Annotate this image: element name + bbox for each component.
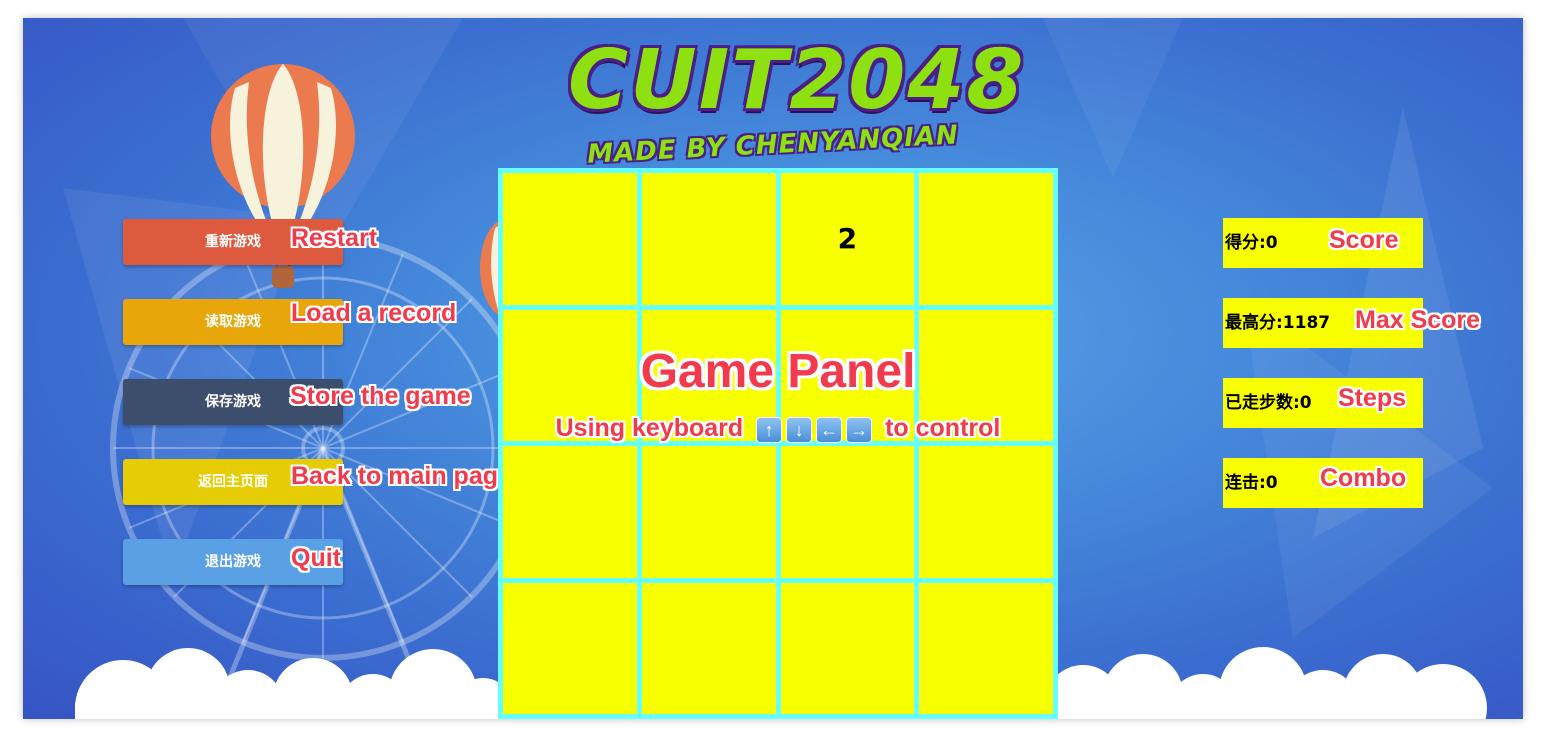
save-game-button-label: 保存游戏 <box>205 394 261 410</box>
keyboard-hint-annotation: Using keyboard ↑ ↓ ← → to control <box>498 414 1058 444</box>
game-logo: CUIT2048 MADE BY CHENYANQIAN <box>568 33 1026 176</box>
board-cell <box>641 173 776 305</box>
arrow-keys-group: ↑ ↓ ← → <box>754 415 874 444</box>
board-cell <box>780 582 915 714</box>
restart-button-label: 重新游戏 <box>205 234 261 250</box>
board-cell <box>503 173 637 305</box>
logo-title: CUIT2048 <box>568 33 1026 128</box>
board-cell <box>919 582 1053 714</box>
quit-button-label: 退出游戏 <box>205 554 261 570</box>
keyboard-hint-prefix: Using keyboard <box>555 414 744 442</box>
game-window: CUIT2048 MADE BY CHENYANQIAN 重新游戏 Restar… <box>23 18 1523 719</box>
bg-triangle-5 <box>1043 18 1183 178</box>
board-cell <box>919 173 1053 305</box>
steps-annotation: Steps <box>1338 384 1407 412</box>
keyboard-hint-suffix: to control <box>885 414 1001 442</box>
save-game-annotation: Store the game <box>290 382 471 410</box>
left-arrow-key-icon: ← <box>816 417 843 444</box>
board-cell <box>919 446 1053 578</box>
board-cell <box>641 582 776 714</box>
load-record-annotation: Load a record <box>291 299 457 327</box>
up-arrow-key-icon: ↑ <box>756 417 783 444</box>
max-score-annotation: Max Score <box>1355 306 1481 334</box>
back-to-main-button-label: 返回主页面 <box>198 474 268 490</box>
right-arrow-key-icon: → <box>846 417 873 444</box>
board-cell: 2 <box>780 173 915 305</box>
load-record-button-label: 读取游戏 <box>205 314 261 330</box>
board-cell <box>780 446 915 578</box>
board-cell <box>641 446 776 578</box>
combo-annotation: Combo <box>1320 464 1407 492</box>
back-to-main-annotation: Back to main page <box>291 462 512 490</box>
down-arrow-key-icon: ↓ <box>786 417 813 444</box>
game-panel-annotation: Game Panel <box>640 345 916 398</box>
board-cell <box>503 446 637 578</box>
score-annotation: Score <box>1329 226 1399 254</box>
quit-annotation: Quit <box>291 544 341 572</box>
board-cell <box>503 582 637 714</box>
restart-annotation: Restart <box>291 224 378 252</box>
